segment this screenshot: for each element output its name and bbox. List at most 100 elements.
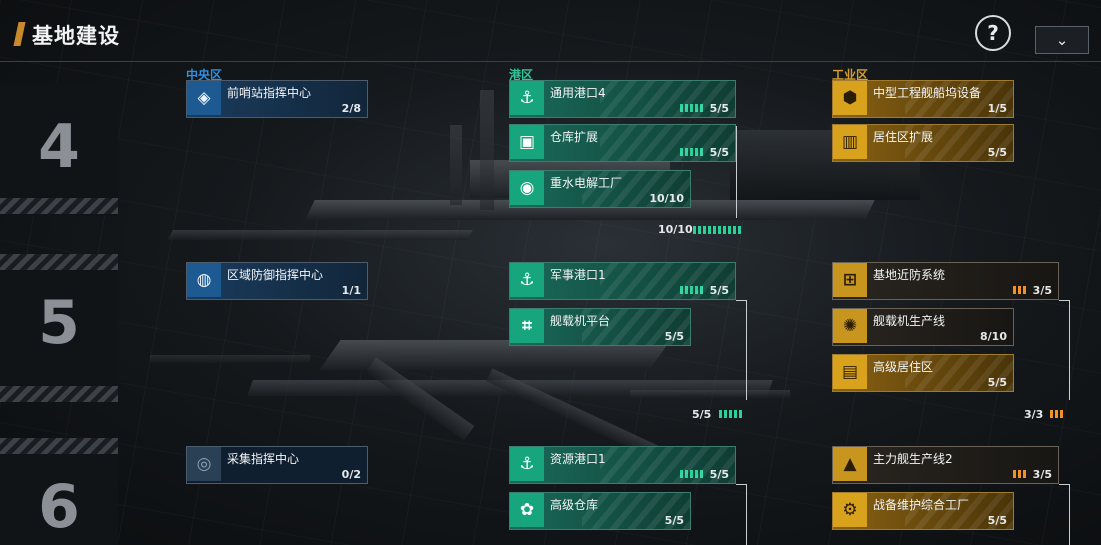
building-name: 高级仓库 (550, 498, 599, 512)
building-name: 仓库扩展 (550, 130, 599, 144)
group-connector-line (1059, 300, 1069, 301)
building-name: 前哨站指挥中心 (227, 86, 312, 100)
group-total-bars (693, 226, 741, 234)
building-card[interactable]: ▤ 高级居住区 5/5 (832, 354, 1014, 392)
level-number: 4 (38, 112, 80, 182)
defense-command-icon: ◍ (187, 263, 221, 297)
building-progress: 5/5 (987, 514, 1007, 527)
help-button[interactable]: ? (975, 15, 1011, 51)
building-card[interactable]: ⚙ 战备维护综合工厂 5/5 (832, 492, 1014, 530)
level-bars (680, 148, 703, 156)
building-name: 战备维护综合工厂 (873, 498, 970, 512)
building-card[interactable]: ✿ 高级仓库 5/5 (509, 492, 691, 530)
building-name: 居住区扩展 (873, 130, 934, 144)
chevron-down-icon: ⌄ (1055, 31, 1069, 49)
group-connector-line (1069, 300, 1070, 400)
level-bars (1013, 470, 1026, 478)
building-card[interactable]: ▥ 居住区扩展 5/5 (832, 124, 1014, 162)
level-block-5: 5 (0, 254, 118, 402)
building-progress: 5/5 (709, 468, 729, 481)
building-progress: 10/10 (649, 192, 684, 205)
building-card[interactable]: ⚓ 军事港口1 5/5 (509, 262, 736, 300)
group-connector-line (736, 300, 746, 301)
close-defense-icon: ⊞ (833, 263, 867, 297)
anchor-icon: ⚓ (510, 81, 544, 115)
header-divider (0, 61, 1101, 62)
dock-equipment-icon: ⬢ (833, 81, 867, 115)
level-number: 6 (38, 472, 80, 542)
building-progress: 5/5 (709, 102, 729, 115)
building-card[interactable]: ▣ 仓库扩展 5/5 (509, 124, 736, 162)
building-card[interactable]: ⚓ 资源港口1 5/5 (509, 446, 736, 484)
level-bars (680, 104, 703, 112)
building-progress: 5/5 (664, 514, 684, 527)
resource-anchor-icon: ⚓ (510, 447, 544, 481)
building-progress: 5/5 (987, 376, 1007, 389)
level-bars (1013, 286, 1026, 294)
collection-command-icon: ◎ (187, 447, 221, 481)
building-name: 中型工程舰船坞设备 (873, 86, 982, 100)
building-progress: 0/2 (341, 468, 361, 481)
building-name: 基地近防系统 (873, 268, 946, 282)
building-name: 舰载机平台 (550, 314, 611, 328)
building-progress: 5/5 (987, 146, 1007, 159)
building-card[interactable]: ✺ 舰载机生产线 8/10 (832, 308, 1014, 346)
outpost-command-icon: ◈ (187, 81, 221, 115)
group-total-industry-l5: 3/3 (1024, 408, 1044, 421)
building-name: 区域防御指挥中心 (227, 268, 324, 282)
level-number: 5 (38, 288, 80, 358)
building-progress: 5/5 (709, 284, 729, 297)
advanced-warehouse-icon: ✿ (510, 493, 544, 527)
group-total-harbor-l4: 10/10 (658, 223, 693, 236)
capital-ship-line-icon: ▲ (833, 447, 867, 481)
building-name: 舰载机生产线 (873, 314, 946, 328)
military-anchor-icon: ⚓ (510, 263, 544, 297)
building-card[interactable]: ◉ 重水电解工厂 10/10 (509, 170, 691, 208)
building-card[interactable]: ◎ 采集指挥中心 0/2 (186, 446, 368, 484)
group-connector-line (736, 484, 746, 485)
header-bar: 基地建设 ? ⌄ (0, 0, 1101, 62)
level-block-4: 4 (0, 84, 118, 216)
level-bars (680, 470, 703, 478)
building-name: 军事港口1 (550, 268, 606, 282)
level-stripe (0, 254, 118, 270)
group-connector-line (746, 300, 747, 400)
title-accent-bar (13, 22, 26, 46)
level-block-6: 6 (0, 438, 118, 545)
building-name: 主力舰生产线2 (873, 452, 953, 466)
building-progress: 5/5 (664, 330, 684, 343)
advanced-residential-icon: ▤ (833, 355, 867, 389)
group-connector-line (1059, 484, 1069, 485)
aircraft-line-icon: ✺ (833, 309, 867, 343)
group-connector-line (736, 126, 737, 218)
level-stripe (0, 198, 118, 214)
building-card[interactable]: ⌗ 舰载机平台 5/5 (509, 308, 691, 346)
building-card[interactable]: ◍ 区域防御指挥中心 1/1 (186, 262, 368, 300)
level-stripe (0, 386, 118, 402)
page-title: 基地建设 (32, 24, 120, 48)
electrolysis-icon: ◉ (510, 171, 544, 205)
maintenance-factory-icon: ⚙ (833, 493, 867, 527)
level-stripe (0, 438, 118, 454)
collapse-button[interactable]: ⌄ (1035, 26, 1089, 54)
group-connector-line (1069, 484, 1070, 545)
building-card[interactable]: ⊞ 基地近防系统 3/5 (832, 262, 1059, 300)
building-progress: 1/1 (341, 284, 361, 297)
building-card[interactable]: ◈ 前哨站指挥中心 2/8 (186, 80, 368, 118)
building-name: 重水电解工厂 (550, 176, 623, 190)
building-card[interactable]: ⬢ 中型工程舰船坞设备 1/5 (832, 80, 1014, 118)
building-name: 资源港口1 (550, 452, 606, 466)
group-total-bars (1050, 410, 1063, 418)
building-card[interactable]: ▲ 主力舰生产线2 3/5 (832, 446, 1059, 484)
building-name: 通用港口4 (550, 86, 606, 100)
building-progress: 1/5 (987, 102, 1007, 115)
level-bars (680, 286, 703, 294)
building-name: 采集指挥中心 (227, 452, 300, 466)
building-progress: 2/8 (341, 102, 361, 115)
building-progress: 3/5 (1032, 284, 1052, 297)
building-card[interactable]: ⚓ 通用港口4 5/5 (509, 80, 736, 118)
carrier-platform-icon: ⌗ (510, 309, 544, 343)
residential-icon: ▥ (833, 125, 867, 159)
building-name: 高级居住区 (873, 360, 934, 374)
group-total-bars (719, 410, 742, 418)
